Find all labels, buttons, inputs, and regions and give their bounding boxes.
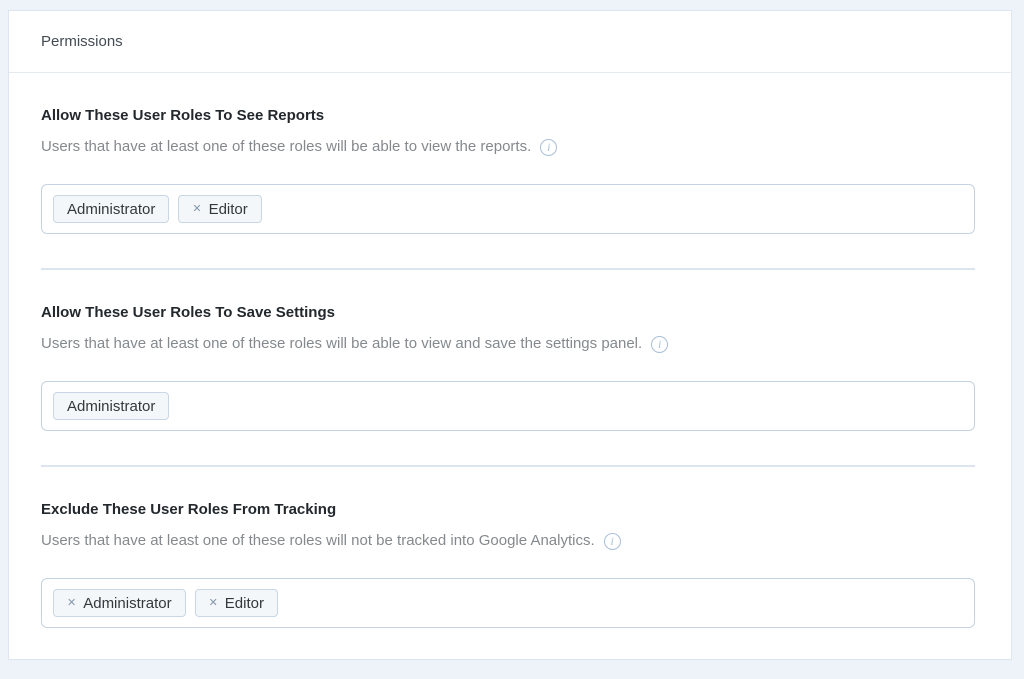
role-tag: Administrator bbox=[53, 195, 169, 223]
section-save-settings: Allow These User Roles To Save Settings … bbox=[41, 303, 975, 431]
role-tag-label: Administrator bbox=[67, 398, 155, 415]
section-description-text: Users that have at least one of these ro… bbox=[41, 137, 531, 157]
role-select-input-see-reports[interactable]: Administrator ✕ Editor bbox=[41, 184, 975, 234]
role-select-input-exclude-tracking[interactable]: ✕ Administrator ✕ Editor bbox=[41, 578, 975, 628]
info-icon[interactable]: i bbox=[540, 139, 557, 156]
section-heading: Allow These User Roles To See Reports bbox=[41, 106, 975, 126]
role-select-input-save-settings[interactable]: Administrator bbox=[41, 381, 975, 431]
info-icon-glyph: i bbox=[610, 535, 613, 547]
section-description: Users that have at least one of these ro… bbox=[41, 531, 975, 551]
section-exclude-tracking: Exclude These User Roles From Tracking U… bbox=[41, 500, 975, 628]
role-tag-label: Administrator bbox=[83, 595, 171, 612]
role-tag: ✕ Editor bbox=[178, 195, 261, 223]
section-description: Users that have at least one of these ro… bbox=[41, 137, 975, 157]
info-icon[interactable]: i bbox=[604, 533, 621, 550]
panel-title: Permissions bbox=[41, 33, 123, 50]
role-tag: ✕ Administrator bbox=[53, 589, 186, 617]
section-see-reports: Allow These User Roles To See Reports Us… bbox=[41, 106, 975, 234]
remove-tag-icon[interactable]: ✕ bbox=[209, 598, 218, 609]
role-tag-label: Administrator bbox=[67, 201, 155, 218]
section-heading: Exclude These User Roles From Tracking bbox=[41, 500, 975, 520]
section-description: Users that have at least one of these ro… bbox=[41, 334, 975, 354]
info-icon-glyph: i bbox=[658, 338, 661, 350]
role-tag-label: Editor bbox=[225, 595, 264, 612]
remove-tag-icon[interactable]: ✕ bbox=[192, 204, 201, 215]
panel-header: Permissions bbox=[9, 11, 1011, 73]
permissions-panel: Permissions Allow These User Roles To Se… bbox=[8, 10, 1012, 660]
panel-body: Allow These User Roles To See Reports Us… bbox=[9, 106, 1011, 628]
role-tag-label: Editor bbox=[209, 201, 248, 218]
section-description-text: Users that have at least one of these ro… bbox=[41, 531, 595, 551]
section-description-text: Users that have at least one of these ro… bbox=[41, 334, 642, 354]
role-tag: ✕ Editor bbox=[195, 589, 278, 617]
section-divider bbox=[41, 465, 975, 467]
section-heading: Allow These User Roles To Save Settings bbox=[41, 303, 975, 323]
info-icon[interactable]: i bbox=[651, 336, 668, 353]
role-tag: Administrator bbox=[53, 392, 169, 420]
section-divider bbox=[41, 268, 975, 270]
remove-tag-icon[interactable]: ✕ bbox=[67, 598, 76, 609]
info-icon-glyph: i bbox=[547, 141, 550, 153]
